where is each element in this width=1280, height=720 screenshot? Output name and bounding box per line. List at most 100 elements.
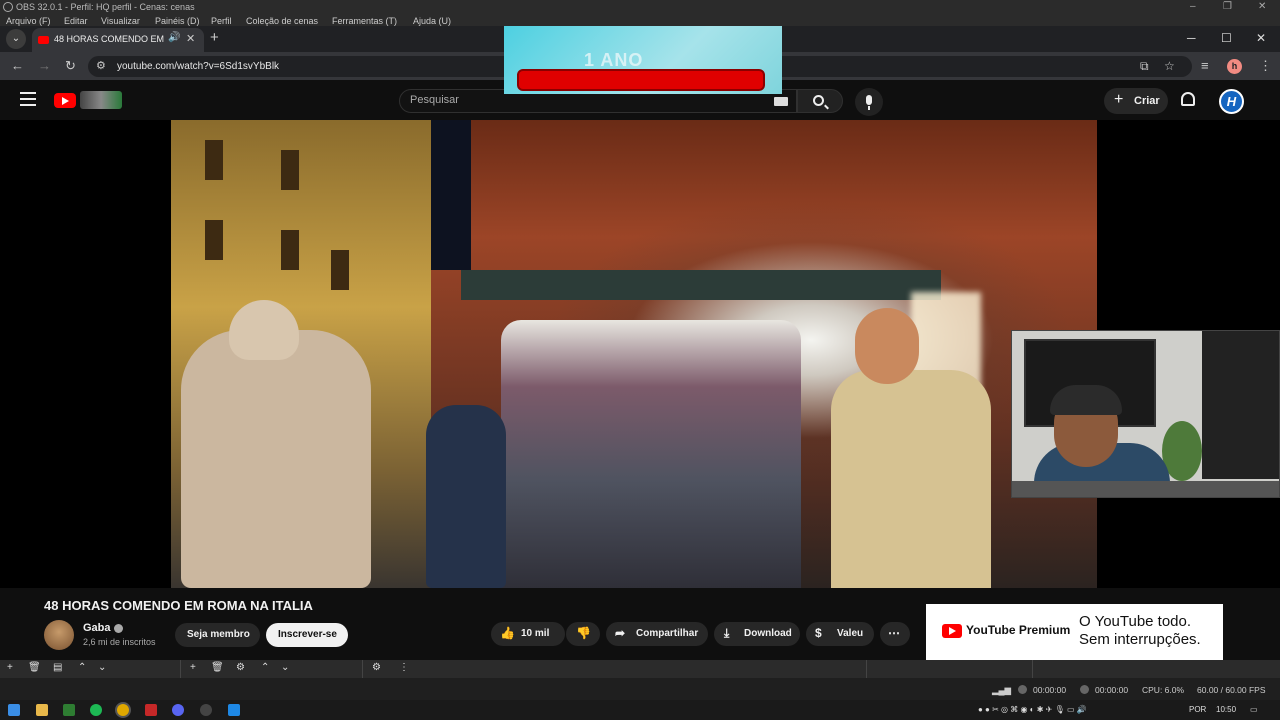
obs-close-button[interactable]: ✕ (1258, 1, 1266, 12)
audio-mixer-settings-icon[interactable]: ⚙ (372, 662, 381, 673)
stream-time: 00:00:00 (1033, 685, 1067, 695)
audio-playing-icon[interactable]: 🔊 (168, 32, 180, 43)
share-button[interactable]: ➦ Compartilhar (606, 622, 708, 646)
site-info-icon[interactable]: ⚙ (96, 59, 106, 72)
cast-icon[interactable]: ⧉ (1140, 59, 1149, 74)
like-button[interactable]: 👍 10 mil (491, 622, 565, 646)
channel-name[interactable]: Gaba (83, 622, 111, 634)
source-add-icon[interactable]: + (190, 662, 196, 673)
hamburger-menu-icon[interactable] (20, 92, 36, 106)
scene-filter-icon[interactable]: ▤ (53, 662, 62, 673)
thumbs-up-icon: 👍 (500, 626, 515, 640)
download-icon: ⤓ (724, 626, 730, 640)
account-avatar[interactable]: H (1219, 89, 1244, 114)
new-tab-button[interactable]: + (210, 29, 219, 46)
browser-menu-icon[interactable]: ⋮ (1259, 58, 1272, 74)
windows-start-icon[interactable] (8, 704, 20, 716)
super-thanks-icon: $ (815, 626, 822, 640)
plus-icon: + (1114, 91, 1124, 108)
tray-icons[interactable]: ● ● ✂ ◎ ⌘ ◉ ◐ ✱ ✈ 🎙 ▭ 🔊 (978, 705, 1087, 714)
browser-minimize-button[interactable]: ─ (1187, 31, 1196, 45)
video-info-section: 48 HORAS COMENDO EM ROMA NA ITALIA Gaba … (0, 588, 1280, 660)
scene-add-icon[interactable]: + (7, 662, 13, 673)
nvidia-app-icon[interactable] (63, 704, 75, 716)
youtube-premium-logo-icon (942, 624, 962, 638)
bookmark-star-icon[interactable]: ☆ (1164, 59, 1175, 73)
menu-arquivo[interactable]: Arquivo (F) (6, 16, 51, 26)
blue-app-icon[interactable] (228, 704, 240, 716)
search-button[interactable] (797, 89, 843, 113)
browser-maximize-button[interactable]: ☐ (1221, 31, 1232, 45)
notifications-bell-icon[interactable] (1181, 92, 1195, 106)
tab-close-icon[interactable]: ✕ (186, 32, 195, 45)
browser-tab-active[interactable]: 48 HORAS COMENDO EM ROMA 🔊 ✕ (32, 28, 204, 52)
source-down-icon[interactable]: ⌄ (281, 662, 289, 673)
subscribe-button[interactable]: Inscrever-se (266, 623, 348, 647)
menu-perfil[interactable]: Perfil (211, 16, 232, 26)
browser-close-button[interactable]: ✕ (1256, 31, 1266, 45)
obs-status-bar: ▂▄▆ 00:00:00 00:00:00 CPU: 6.0% 60.00 / … (0, 678, 1280, 700)
source-remove-icon[interactable]: 🗑 (211, 662, 224, 673)
channel-avatar[interactable] (44, 620, 74, 650)
tab-title: 48 HORAS COMENDO EM ROMA (54, 34, 164, 44)
menu-visualizar[interactable]: Visualizar (101, 16, 140, 26)
keyboard-icon[interactable] (774, 97, 788, 106)
profile-avatar[interactable]: h (1227, 59, 1242, 74)
video-player[interactable] (0, 120, 1280, 588)
file-explorer-icon[interactable] (36, 704, 48, 716)
search-input[interactable] (410, 94, 760, 106)
obs-taskbar-icon[interactable] (200, 704, 212, 716)
news-app-icon[interactable] (145, 704, 157, 716)
voice-search-mic-icon[interactable] (855, 88, 883, 116)
clock-time[interactable]: 10:50 (1216, 705, 1236, 714)
scene-down-icon[interactable]: ⌄ (98, 662, 106, 673)
dislike-button[interactable]: 👎 (566, 622, 600, 646)
scene-up-icon[interactable]: ⌃ (78, 662, 86, 673)
download-label: Download (744, 628, 792, 639)
thanks-button[interactable]: $ Valeu (806, 622, 874, 646)
chrome-icon[interactable] (117, 704, 129, 716)
search-icon (813, 95, 824, 106)
youtube-premium-ad[interactable]: YouTube Premium O YouTube todo. Sem inte… (926, 604, 1223, 660)
stream-status-icon (1018, 685, 1027, 694)
reload-icon[interactable]: ↻ (65, 58, 76, 74)
obs-minimize-button[interactable]: – (1190, 1, 1196, 12)
obs-logo-icon (3, 2, 13, 12)
scene-remove-icon[interactable]: 🗑 (28, 662, 41, 673)
create-button[interactable]: + Criar (1104, 88, 1168, 114)
verified-badge-icon (114, 624, 123, 633)
back-arrow-icon[interactable]: ← (11, 58, 24, 73)
spotify-icon[interactable] (90, 704, 102, 716)
audio-mixer-menu-icon[interactable]: ⋮ (399, 662, 409, 673)
cpu-usage: CPU: 6.0% (1142, 685, 1185, 695)
source-up-icon[interactable]: ⌃ (261, 662, 269, 673)
input-language[interactable]: POR (1189, 705, 1206, 714)
source-settings-icon[interactable]: ⚙ (236, 662, 245, 673)
forward-arrow-icon[interactable]: → (38, 58, 51, 73)
more-actions-button[interactable]: ⋯ (880, 622, 910, 646)
subscribe-label: Inscrever-se (278, 629, 337, 640)
menu-ajuda[interactable]: Ajuda (U) (413, 16, 451, 26)
notification-icon[interactable]: ▭ (1250, 705, 1258, 714)
download-button[interactable]: ⤓ Download (714, 622, 800, 646)
obs-maximize-button[interactable]: ❐ (1223, 1, 1232, 12)
video-person-right (831, 308, 991, 588)
youtube-logo-icon[interactable] (54, 93, 76, 108)
discord-icon[interactable] (172, 704, 184, 716)
join-button[interactable]: Seja membro (175, 623, 260, 647)
windows-taskbar: ● ● ✂ ◎ ⌘ ◉ ◐ ✱ ✈ 🎙 ▭ 🔊 POR 10:50 ▭ (0, 700, 1280, 720)
tab-search-button[interactable]: ⌄ (6, 29, 26, 49)
video-person-blue-shirt (426, 405, 506, 588)
join-label: Seja membro (187, 629, 250, 640)
subscriber-count: 2,6 mi de inscritos (83, 637, 156, 647)
stream-overlay-banner: 1 ANO (504, 26, 782, 94)
webcam-overlay (1011, 330, 1280, 498)
youtube-doodle-logo[interactable] (80, 91, 122, 109)
menu-paineis[interactable]: Painéis (D) (155, 16, 200, 26)
menu-editar[interactable]: Editar (64, 16, 88, 26)
obs-dock-toolbar: + 🗑 ▤ ⌃ ⌄ + 🗑 ⚙ ⌃ ⌄ ⚙ ⋮ (0, 660, 1280, 678)
menu-colecao-de-cenas[interactable]: Coleção de cenas (246, 16, 318, 26)
video-frame[interactable] (171, 120, 1097, 588)
media-controls-icon[interactable]: ≡ (1201, 58, 1209, 73)
menu-ferramentas[interactable]: Ferramentas (T) (332, 16, 397, 26)
